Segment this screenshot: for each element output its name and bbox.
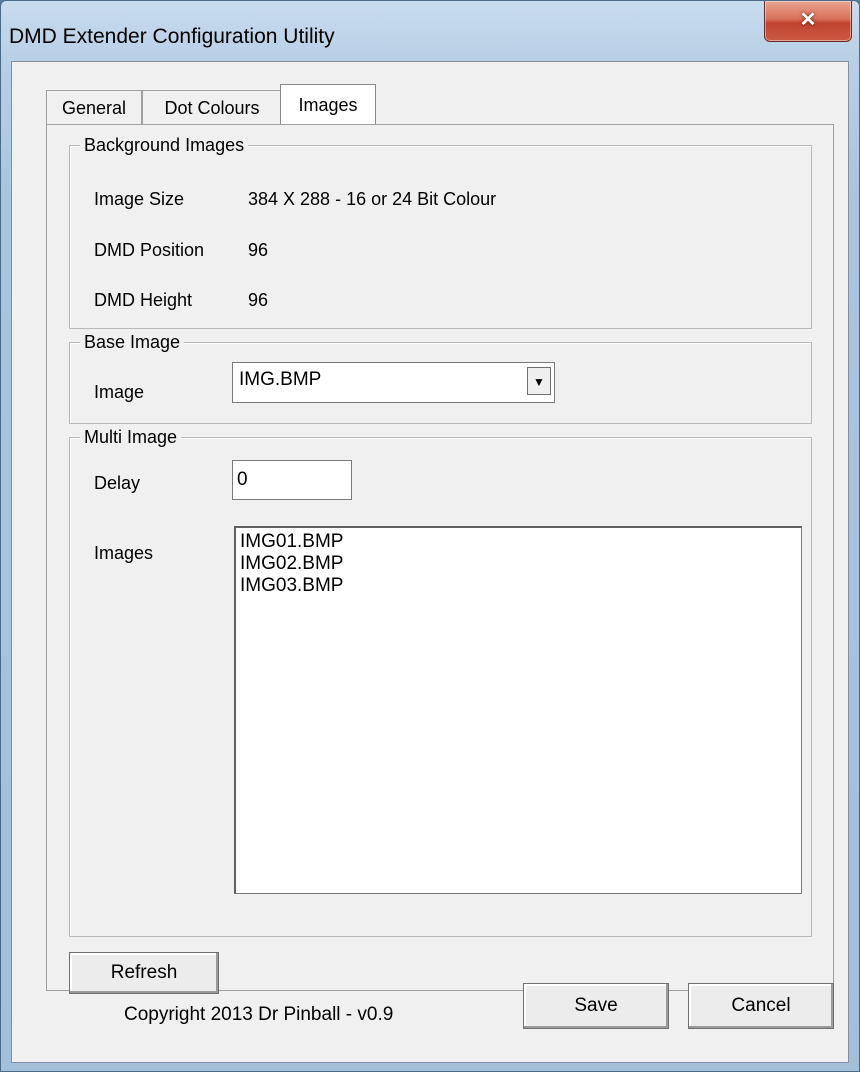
tab-images-label: Images [298, 95, 358, 115]
background-images-legend: Background Images [80, 134, 249, 156]
base-image-select[interactable]: IMG.BMP ▼ [232, 362, 555, 403]
copyright-text: Copyright 2013 Dr Pinball - v0.9 [124, 1004, 394, 1025]
tab-dot-colours[interactable]: Dot Colours [142, 90, 282, 124]
dmd-position-label: DMD Position [94, 240, 205, 260]
refresh-button[interactable]: Refresh [69, 952, 219, 994]
chevron-down-icon[interactable]: ▼ [527, 367, 551, 395]
base-image-group: Base Image Image IMG.BMP ▼ [69, 331, 812, 424]
delay-input[interactable] [232, 460, 352, 500]
list-item[interactable]: IMG02.BMP [240, 553, 797, 575]
client-area: General Dot Colours Images Background Im… [11, 61, 849, 1063]
app-window: DMD Extender Configuration Utility ✕ Gen… [0, 0, 860, 1072]
tab-general[interactable]: General [46, 90, 142, 124]
dmd-height-value: 96 [248, 290, 269, 310]
image-size-label: Image Size [94, 189, 185, 209]
list-item[interactable]: IMG01.BMP [240, 531, 797, 553]
base-image-label: Image [94, 382, 145, 402]
tab-dot-colours-label: Dot Colours [164, 98, 260, 118]
images-label: Images [94, 543, 154, 563]
images-listbox[interactable]: IMG01.BMP IMG02.BMP IMG03.BMP [234, 526, 802, 894]
images-tab-panel: Background Images Image Size 384 X 288 -… [46, 124, 834, 994]
cancel-button[interactable]: Cancel [688, 983, 834, 1029]
image-size-value: 384 X 288 - 16 or 24 Bit Colour [248, 189, 497, 209]
dmd-position-value: 96 [248, 240, 269, 260]
base-image-selected-value: IMG.BMP [239, 369, 322, 390]
window-title: DMD Extender Configuration Utility [9, 25, 335, 48]
dmd-height-label: DMD Height [94, 290, 193, 310]
list-item[interactable]: IMG03.BMP [240, 575, 797, 597]
close-icon[interactable]: ✕ [764, 1, 852, 42]
multi-image-group: Multi Image Delay Images IMG01.BMP IMG02… [69, 426, 812, 937]
save-button[interactable]: Save [523, 983, 669, 1029]
delay-label: Delay [94, 473, 141, 493]
background-images-group: Background Images Image Size 384 X 288 -… [69, 134, 812, 329]
tab-images[interactable]: Images [280, 84, 376, 124]
multi-image-legend: Multi Image [80, 426, 182, 448]
base-image-legend: Base Image [80, 331, 185, 353]
tab-general-label: General [61, 98, 127, 118]
